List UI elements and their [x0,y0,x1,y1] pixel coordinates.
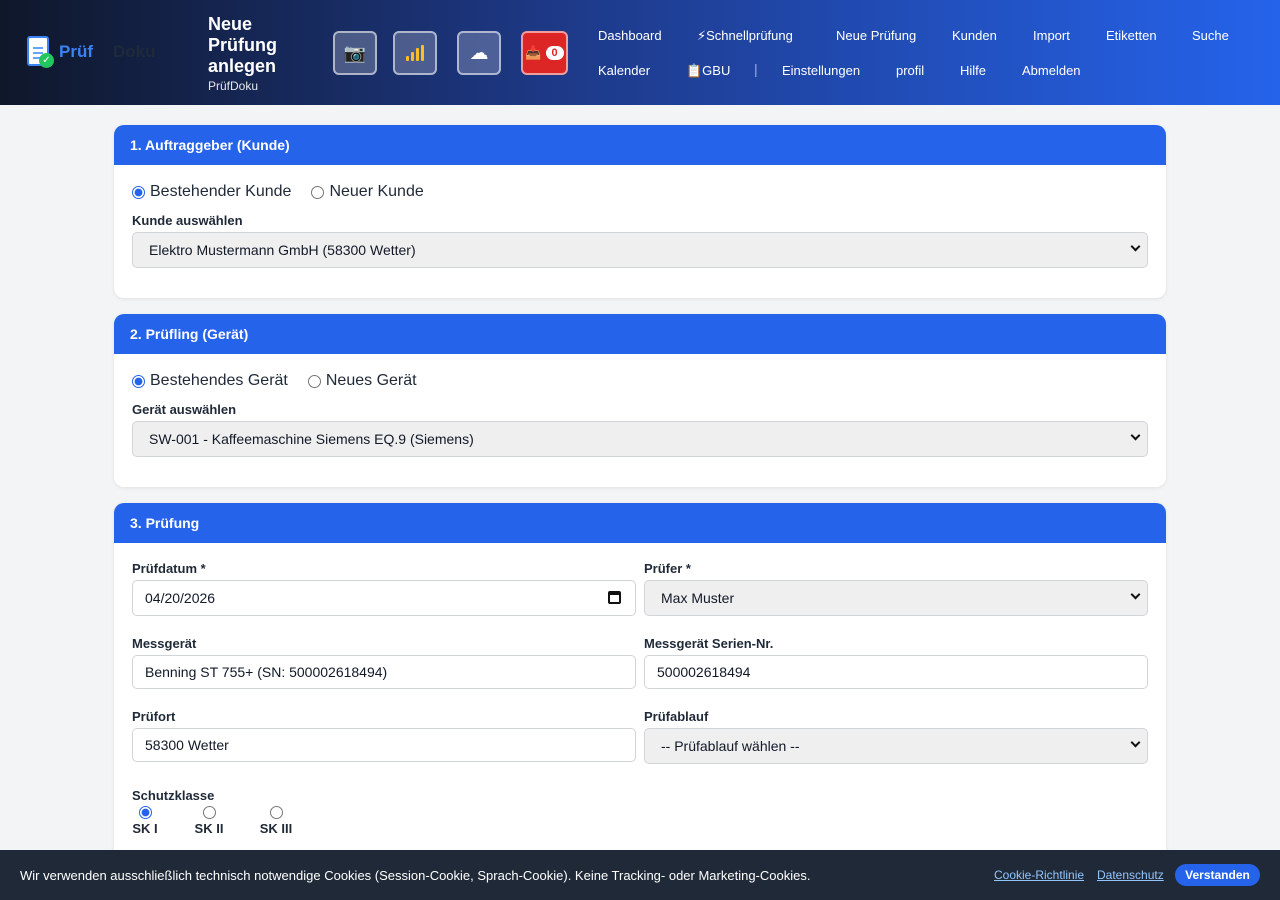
nav-import[interactable]: Import [1033,28,1070,43]
nav-einstellungen[interactable]: Einstellungen [782,63,860,78]
nav-etiketten[interactable]: Etiketten [1106,28,1157,43]
nav-abmelden[interactable]: Abmelden [1022,63,1081,78]
customer-select-value: Elektro Mustermann GmbH (58300 Wetter) [149,242,416,258]
radio-existing-device-label: Bestehendes Gerät [150,372,288,389]
pruefablauf-label: Prüfablauf [644,709,709,724]
device-select-label: Gerät auswählen [132,402,237,417]
device-select-value: SW-001 - Kaffeemaschine Siemens EQ.9 (Si… [149,431,474,447]
radio-existing-device[interactable]: Bestehendes Gerät [132,372,288,390]
page-title-block: Neue Prüfung anlegen PrüfDoku [208,14,318,93]
inbox-icon: 📥 [525,45,542,60]
radio-existing-customer-label: Bestehender Kunde [150,183,292,200]
nav-gbu[interactable]: 📋GBU [686,63,730,79]
page-title: Neue Prüfung anlegen [208,14,277,76]
app-logo[interactable]: ✓ Prüf Doku [25,36,156,68]
messgeraet-label: Messgerät [132,636,197,651]
logo-text: Prüf Doku [59,42,156,62]
pruefort-value: 58300 Wetter [145,737,229,753]
radio-existing-device-input[interactable] [132,374,145,388]
device-select[interactable]: SW-001 - Kaffeemaschine Siemens EQ.9 (Si… [132,421,1148,457]
cloud-icon: ☁ [469,42,489,64]
pruefer-select-value: Max Muster [661,590,735,606]
pruefer-select[interactable]: Max Muster [644,580,1148,616]
nav-hilfe[interactable]: Hilfe [960,63,986,78]
radio-new-customer-label: Neuer Kunde [329,183,424,200]
seriennr-input[interactable]: 500002618494 [644,655,1148,689]
nav-kalender[interactable]: Kalender [598,63,650,78]
nav-separator: | [754,61,758,77]
schutzklasse-option[interactable]: SK II [194,806,224,836]
radio-new-device-label: Neues Gerät [325,372,417,389]
pruefablauf-select-value: -- Prüfablauf wählen -- [661,738,800,754]
camera-button[interactable]: 📷 [333,31,377,75]
nav-schnellpruefung[interactable]: ⚡Schnellprüfung [697,28,793,44]
messgeraet-input[interactable]: Benning ST 755+ (SN: 500002618494) [132,655,636,689]
chevron-down-icon [1130,241,1141,252]
nav-dashboard[interactable]: Dashboard [598,28,662,43]
radio-new-customer-input[interactable] [311,185,325,199]
pruefort-label: Prüfort [132,709,176,724]
nav-suche[interactable]: Suche [1192,28,1229,43]
inbox-button[interactable]: 📥 0 [521,31,568,75]
chevron-down-icon [1130,737,1141,748]
seriennr-value: 500002618494 [657,664,751,680]
schutzklasse-option-label: SK I [132,821,158,836]
nav-kunden[interactable]: Kunden [952,28,997,43]
chevron-down-icon [1130,589,1141,600]
section-auftraggeber: 1. Auftraggeber (Kunde) Bestehender Kund… [114,125,1166,298]
section-pruefung: 3. Prüfung Prüfdatum * 04/20/2026 Prüfer… [114,503,1166,863]
section-pruefung-title: 3. Prüfung [114,503,1166,543]
pruefdatum-value: 04/20/2026 [145,590,216,606]
cookie-banner: Wir verwenden ausschließlich technisch n… [0,850,1280,900]
nav-profil[interactable]: profil [896,63,924,78]
camera-icon: 📷 [343,42,367,63]
pruefort-input[interactable]: 58300 Wetter [132,728,636,762]
inbox-count-badge: 0 [545,46,564,60]
logo-text-doku: Doku [113,42,156,61]
section-pruefling-title: 2. Prüfling (Gerät) [114,314,1166,354]
customer-select-label: Kunde auswählen [132,213,243,228]
pruefdatum-label: Prüfdatum * [132,561,206,576]
radio-new-device-input[interactable] [307,374,321,388]
chevron-down-icon [1130,430,1141,441]
radio-new-device[interactable]: Neues Gerät [307,372,417,390]
pruefer-label: Prüfer * [644,561,691,576]
cloud-sync-button[interactable]: ☁ [457,31,501,75]
cookie-accept-button[interactable]: Verstanden [1175,864,1260,886]
pruefablauf-select[interactable]: -- Prüfablauf wählen -- [644,728,1148,764]
cookie-message: Wir verwenden ausschließlich technisch n… [20,868,811,883]
section-pruefling: 2. Prüfling (Gerät) Bestehendes Gerät Ne… [114,314,1166,487]
radio-new-customer[interactable]: Neuer Kunde [311,183,424,201]
seriennr-label: Messgerät Serien-Nr. [644,636,774,651]
customer-select[interactable]: Elektro Mustermann GmbH (58300 Wetter) [132,232,1148,268]
schutzklasse-option-label: SK III [259,821,293,836]
radio-existing-customer-input[interactable] [132,185,145,199]
document-check-icon: ✓ [25,36,55,68]
radio-existing-customer[interactable]: Bestehender Kunde [132,183,291,201]
logo-text-pruef: Prüf [59,42,93,61]
pruefdatum-input[interactable]: 04/20/2026 [132,580,636,616]
calendar-icon[interactable] [608,591,621,604]
device-type-radio-group: Bestehendes Gerät Neues Gerät [132,372,437,390]
schutzklasse-option-label: SK II [194,821,224,836]
schutzklasse-option[interactable]: SK III [259,806,293,836]
schutzklasse-radio-input[interactable] [269,806,283,819]
section-auftraggeber-title: 1. Auftraggeber (Kunde) [114,125,1166,165]
schutzklasse-label: Schutzklasse [132,788,215,803]
schutzklasse-radio-input[interactable] [138,806,152,819]
signal-icon [406,45,424,61]
cookie-policy-link[interactable]: Cookie-Richtlinie [994,868,1084,882]
app-header: ✓ Prüf Doku Neue Prüfung anlegen PrüfDoku… [0,0,1280,105]
page-subtitle: PrüfDoku [208,79,259,93]
nav-neue-pruefung[interactable]: Neue Prüfung [836,28,916,43]
schutzklasse-option[interactable]: SK I [132,806,158,836]
privacy-link[interactable]: Datenschutz [1097,868,1164,882]
connection-status-button[interactable] [393,31,437,75]
messgeraet-value: Benning ST 755+ (SN: 500002618494) [145,664,388,680]
schutzklasse-radio-input[interactable] [202,806,216,819]
customer-type-radio-group: Bestehender Kunde Neuer Kunde [132,183,444,201]
